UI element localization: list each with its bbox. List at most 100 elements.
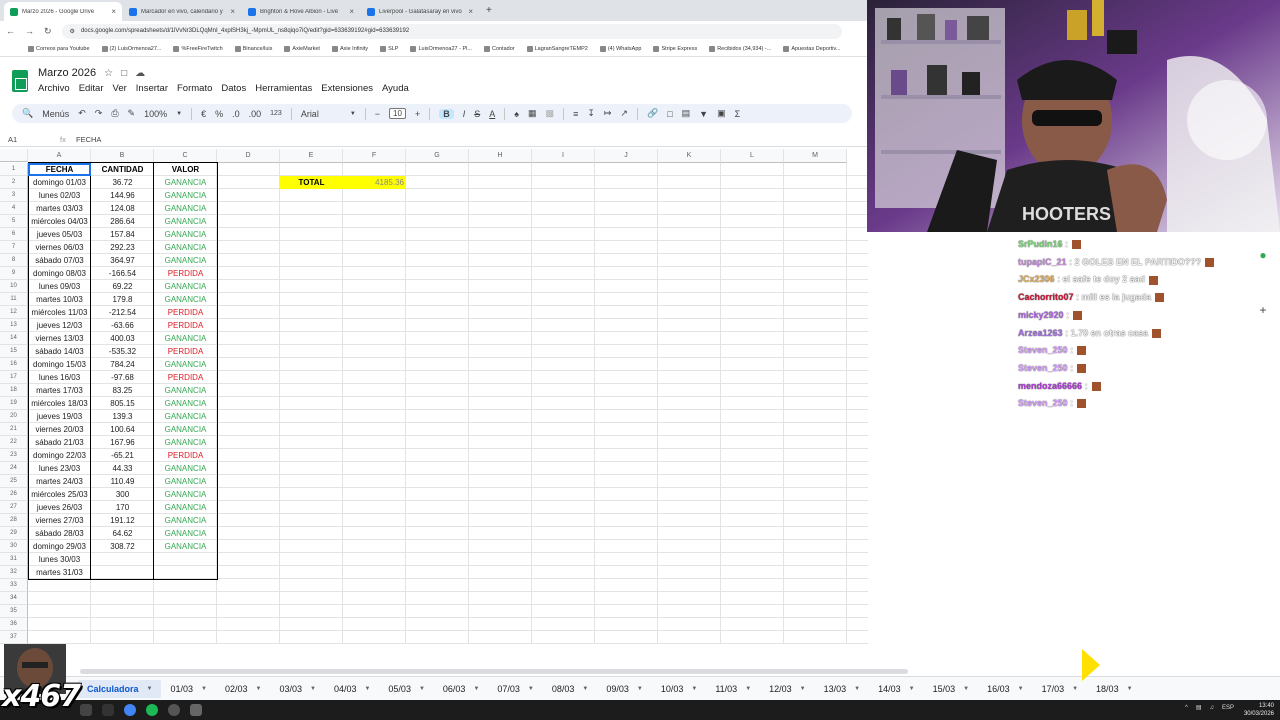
chevron-down-icon[interactable]: ▼: [364, 686, 370, 692]
site-info-icon[interactable]: ⚙: [70, 28, 75, 35]
maps-icon[interactable]: ●: [1257, 248, 1269, 262]
row-header[interactable]: 21: [0, 423, 28, 436]
grid-corner[interactable]: [0, 149, 28, 162]
zoom-select[interactable]: 100%: [144, 109, 167, 119]
forward-icon[interactable]: →: [25, 26, 34, 36]
merge-cells-icon[interactable]: ▩: [546, 108, 555, 119]
menu-item[interactable]: Insertar: [136, 83, 168, 94]
app-icon[interactable]: [190, 704, 202, 716]
row-header[interactable]: 14: [0, 332, 28, 345]
row-header[interactable]: 33: [0, 579, 28, 592]
formula-input[interactable]: FECHA: [76, 135, 101, 144]
menu-item[interactable]: Archivo: [38, 83, 70, 94]
chevron-down-icon[interactable]: ▼: [528, 686, 534, 692]
bookmark-item[interactable]: Apuestas Deportiv...: [783, 45, 840, 52]
close-icon[interactable]: ×: [468, 7, 473, 16]
cloud-status-icon[interactable]: ☁: [135, 68, 145, 79]
browser-tab[interactable]: Brighton & Hove Albion - Live ×: [242, 2, 360, 21]
url-field[interactable]: ⚙ docs.google.com/spreadsheets/d/1lVvNr3…: [61, 23, 842, 39]
star-icon[interactable]: ☆: [104, 68, 113, 79]
row-header[interactable]: 18: [0, 384, 28, 397]
row-header[interactable]: 16: [0, 358, 28, 371]
chevron-down-icon[interactable]: ▼: [854, 686, 860, 692]
column-header[interactable]: B: [91, 149, 154, 163]
row-header[interactable]: 22: [0, 436, 28, 449]
row-header[interactable]: 6: [0, 228, 28, 241]
font-size-increase-icon[interactable]: +: [415, 109, 420, 119]
chevron-down-icon[interactable]: ▼: [201, 686, 207, 692]
chevron-down-icon[interactable]: ▼: [909, 686, 915, 692]
search-icon[interactable]: [102, 704, 114, 716]
row-header[interactable]: 11: [0, 293, 28, 306]
sheet-tab[interactable]: 05/03 ▼: [379, 680, 433, 698]
column-header[interactable]: M: [784, 149, 847, 163]
row-header[interactable]: 1: [0, 163, 28, 176]
fill-color-icon[interactable]: ♠: [514, 109, 519, 119]
chevron-down-icon[interactable]: ▼: [1018, 686, 1024, 692]
sheet-tab[interactable]: 02/03 ▼: [216, 680, 270, 698]
sheet-tab[interactable]: Calculadora ▼: [78, 679, 162, 698]
network-icon[interactable]: ▤: [1196, 704, 1202, 711]
bookmark-item[interactable]: (4) WhatsApp: [599, 45, 641, 52]
column-header[interactable]: H: [469, 149, 532, 163]
insert-link-icon[interactable]: 🔗: [647, 108, 658, 119]
spotify-icon[interactable]: [146, 704, 158, 716]
paint-format-icon[interactable]: ✎: [128, 108, 136, 119]
chevron-down-icon[interactable]: ▼: [310, 686, 316, 692]
row-header[interactable]: 5: [0, 215, 28, 228]
borders-icon[interactable]: ▦: [528, 108, 537, 119]
decrease-decimal-button[interactable]: .0: [232, 109, 240, 119]
currency-format-button[interactable]: €: [201, 109, 206, 119]
column-header[interactable]: K: [658, 149, 721, 163]
row-header[interactable]: 27: [0, 501, 28, 514]
vertical-align-icon[interactable]: ↧: [587, 108, 595, 119]
chevron-down-icon[interactable]: ▼: [256, 686, 262, 692]
row-header[interactable]: 26: [0, 488, 28, 501]
chevron-down-icon[interactable]: ▼: [176, 111, 182, 117]
increase-decimal-button[interactable]: .00: [249, 109, 262, 119]
sheet-tab[interactable]: 13/03 ▼: [815, 680, 869, 698]
sheet-tab[interactable]: 14/03 ▼: [869, 680, 923, 698]
name-box[interactable]: A1: [0, 135, 60, 144]
menus-search-label[interactable]: Menús: [42, 109, 69, 119]
sheet-tab[interactable]: 06/03 ▼: [434, 680, 488, 698]
column-header[interactable]: L: [721, 149, 784, 163]
row-header[interactable]: 15: [0, 345, 28, 358]
chevron-down-icon[interactable]: ▼: [582, 686, 588, 692]
bookmark-item[interactable]: Recibidos (34,934) -...: [709, 45, 771, 52]
row-header[interactable]: 17: [0, 371, 28, 384]
row-header[interactable]: 10: [0, 280, 28, 293]
print-icon[interactable]: ⎙: [111, 108, 118, 119]
percent-format-button[interactable]: %: [215, 109, 223, 119]
bookmark-item[interactable]: SLP: [380, 45, 398, 52]
number-format-button[interactable]: 123: [270, 110, 282, 117]
sheet-tab[interactable]: 01/03 ▼: [161, 680, 215, 698]
text-color-button[interactable]: A: [489, 109, 495, 119]
menu-item[interactable]: Editar: [79, 83, 104, 94]
move-folder-icon[interactable]: □: [121, 68, 127, 79]
row-header[interactable]: 3: [0, 189, 28, 202]
column-header[interactable]: F: [343, 149, 406, 163]
bookmark-item[interactable]: LagranSangreTEMP2: [526, 45, 588, 52]
tray-chevron-icon[interactable]: ^: [1185, 705, 1188, 711]
insert-comment-icon[interactable]: □: [667, 109, 672, 119]
italic-button[interactable]: I: [463, 109, 466, 119]
row-header[interactable]: 2: [0, 176, 28, 189]
row-header[interactable]: 20: [0, 410, 28, 423]
filter-views-icon[interactable]: ▣: [717, 108, 726, 119]
font-size-input[interactable]: 10: [389, 108, 406, 119]
text-rotation-icon[interactable]: ↗: [620, 108, 628, 119]
menu-item[interactable]: Ver: [113, 83, 127, 94]
row-header[interactable]: 9: [0, 267, 28, 280]
chevron-down-icon[interactable]: ▼: [745, 686, 751, 692]
menu-item[interactable]: Extensiones: [321, 83, 373, 94]
chevron-down-icon[interactable]: ▼: [1127, 686, 1133, 692]
obs-icon[interactable]: [168, 704, 180, 716]
sheets-logo-icon[interactable]: [12, 70, 28, 92]
bookmark-item[interactable]: Binance/luis: [234, 45, 272, 52]
volume-icon[interactable]: ♫: [1209, 705, 1214, 711]
bookmark-item[interactable]: AxieMarket: [284, 45, 320, 52]
chevron-down-icon[interactable]: ▼: [963, 686, 969, 692]
bookmark-item[interactable]: Correos para Youtube: [28, 45, 90, 52]
row-header[interactable]: 34: [0, 592, 28, 605]
